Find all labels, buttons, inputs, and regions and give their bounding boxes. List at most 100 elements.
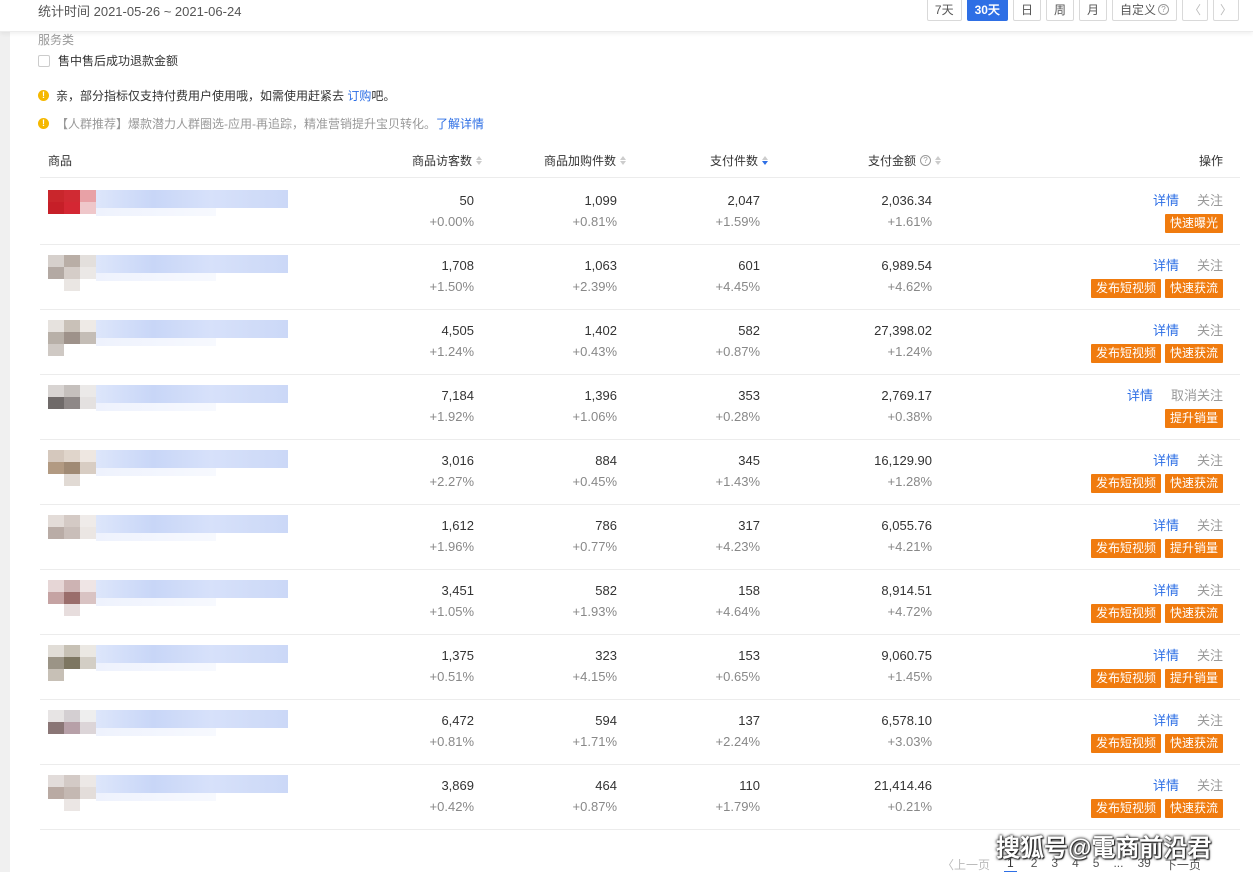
cart-cell: 464 +0.87%	[572, 778, 617, 814]
qty-cell: 601 +4.45%	[715, 258, 760, 294]
product-name[interactable]	[96, 580, 288, 598]
quick-traffic-button[interactable]: 快速获流	[1164, 474, 1223, 493]
product-name[interactable]	[96, 775, 288, 793]
publish-video-button[interactable]: 发布短视频	[1090, 539, 1161, 558]
product-thumbnail[interactable]	[48, 775, 96, 811]
product-thumbnail[interactable]	[48, 580, 96, 616]
col-cart[interactable]: 商品加购件数	[544, 152, 627, 169]
follow-link[interactable]: 关注	[1197, 320, 1223, 339]
product-name[interactable]	[96, 190, 288, 208]
qty-cell: 317 +4.23%	[715, 518, 760, 554]
boost-sales-button[interactable]: 提升销量	[1164, 669, 1223, 688]
detail-link[interactable]: 详情	[1153, 645, 1179, 664]
quick-traffic-button[interactable]: 快速获流	[1164, 734, 1223, 753]
notice-suffix: 吧。	[371, 89, 396, 103]
detail-link[interactable]: 详情	[1153, 580, 1179, 599]
publish-video-button[interactable]: 发布短视频	[1090, 279, 1161, 298]
metric-option-refund[interactable]: 售中售后成功退款金额	[38, 52, 178, 69]
col-amount[interactable]: 支付金额 ?	[868, 152, 942, 169]
help-icon: ?	[1158, 4, 1169, 15]
visitors-cell: 3,869 +0.42%	[429, 778, 474, 814]
amount-cell: 21,414.46 +0.21%	[874, 778, 932, 814]
col-visitors[interactable]: 商品访客数	[412, 152, 483, 169]
follow-link[interactable]: 关注	[1197, 710, 1223, 729]
chevron-left-icon: 〈	[1188, 3, 1201, 17]
product-thumbnail[interactable]	[48, 320, 96, 356]
range-7d-button[interactable]: 7天	[926, 0, 962, 21]
follow-link[interactable]: 关注	[1197, 190, 1223, 209]
range-week-button[interactable]: 周	[1045, 0, 1074, 21]
follow-link[interactable]: 关注	[1197, 255, 1223, 274]
next-period-button[interactable]: 〉	[1213, 0, 1239, 21]
product-name[interactable]	[96, 255, 288, 273]
follow-link[interactable]: 关注	[1197, 450, 1223, 469]
publish-video-button[interactable]: 发布短视频	[1090, 734, 1161, 753]
range-30d-button[interactable]: 30天	[966, 0, 1008, 21]
publish-video-button[interactable]: 发布短视频	[1090, 474, 1161, 493]
detail-link[interactable]: 详情	[1153, 320, 1179, 339]
product-name[interactable]	[96, 320, 288, 338]
sort-desc-icon[interactable]	[762, 156, 769, 165]
sort-icon[interactable]	[476, 156, 483, 165]
product-thumbnail[interactable]	[48, 645, 96, 681]
publish-video-button[interactable]: 发布短视频	[1090, 604, 1161, 623]
amount-cell: 8,914.51 +4.72%	[881, 583, 932, 619]
prev-period-button[interactable]: 〈	[1182, 0, 1208, 21]
boost-sales-button[interactable]: 提升销量	[1164, 539, 1223, 558]
range-day-button[interactable]: 日	[1012, 0, 1041, 21]
range-custom-button[interactable]: 自定义 ?	[1111, 0, 1177, 21]
publish-video-button[interactable]: 发布短视频	[1090, 344, 1161, 363]
follow-link[interactable]: 取消关注	[1171, 385, 1223, 404]
follow-link[interactable]: 关注	[1197, 515, 1223, 534]
quick-traffic-button[interactable]: 快速获流	[1164, 344, 1223, 363]
quick-traffic-button[interactable]: 快速获流	[1164, 604, 1223, 623]
product-thumbnail[interactable]	[48, 190, 96, 226]
table-row: 1,612 +1.96% 786 +0.77% 317 +4.23% 6,055.76 +4.…	[40, 505, 1240, 570]
detail-link[interactable]: 详情	[1153, 710, 1179, 729]
subscribe-link[interactable]: 订购	[347, 89, 371, 103]
quick-traffic-button[interactable]: 快速获流	[1164, 279, 1223, 298]
boost-sales-button[interactable]: 提升销量	[1164, 409, 1223, 428]
learn-more-link[interactable]: 了解详情	[436, 117, 484, 131]
product-thumbnail[interactable]	[48, 255, 96, 291]
table-row: 1,708 +1.50% 1,063 +2.39% 601 +4.45% 6,989.54 +…	[40, 245, 1240, 310]
quick-traffic-button[interactable]: 快速获流	[1164, 799, 1223, 818]
product-subtitle	[96, 793, 216, 801]
follow-link[interactable]: 关注	[1197, 775, 1223, 794]
publish-video-button[interactable]: 发布短视频	[1090, 799, 1161, 818]
detail-link[interactable]: 详情	[1153, 255, 1179, 274]
range-custom-label: 自定义	[1119, 3, 1156, 17]
prev-page-button[interactable]: 〈上一页	[942, 856, 990, 872]
product-subtitle	[96, 208, 216, 216]
quick-exposure-button[interactable]: 快速曝光	[1164, 214, 1223, 233]
product-name[interactable]	[96, 645, 288, 663]
product-subtitle	[96, 728, 216, 736]
follow-link[interactable]: 关注	[1197, 580, 1223, 599]
detail-link[interactable]: 详情	[1153, 190, 1179, 209]
product-thumbnail[interactable]	[48, 710, 96, 746]
detail-link[interactable]: 详情	[1127, 385, 1153, 404]
sort-icon[interactable]	[935, 156, 942, 165]
metric-option-label: 售中售后成功退款金额	[58, 54, 179, 68]
sort-icon[interactable]	[620, 156, 627, 165]
product-thumbnail[interactable]	[48, 450, 96, 486]
detail-link[interactable]: 详情	[1153, 515, 1179, 534]
product-thumbnail[interactable]	[48, 385, 96, 421]
amount-cell: 6,055.76 +4.21%	[881, 518, 932, 554]
product-subtitle	[96, 468, 216, 476]
visitors-cell: 3,016 +2.27%	[429, 453, 474, 489]
detail-link[interactable]: 详情	[1153, 775, 1179, 794]
product-name[interactable]	[96, 515, 288, 533]
product-name[interactable]	[96, 710, 288, 728]
range-month-button[interactable]: 月	[1078, 0, 1107, 21]
stat-time-range: 统计时间 2021-05-26 ~ 2021-06-24	[38, 4, 242, 19]
product-name[interactable]	[96, 385, 288, 403]
product-name[interactable]	[96, 450, 288, 468]
detail-link[interactable]: 详情	[1153, 450, 1179, 469]
table-row: 3,016 +2.27% 884 +0.45% 345 +1.43% 16,129.90 +1…	[40, 440, 1240, 505]
publish-video-button[interactable]: 发布短视频	[1090, 669, 1161, 688]
product-thumbnail[interactable]	[48, 515, 96, 551]
col-qty[interactable]: 支付件数	[710, 152, 769, 169]
metric-checkbox[interactable]	[38, 54, 50, 67]
follow-link[interactable]: 关注	[1197, 645, 1223, 664]
